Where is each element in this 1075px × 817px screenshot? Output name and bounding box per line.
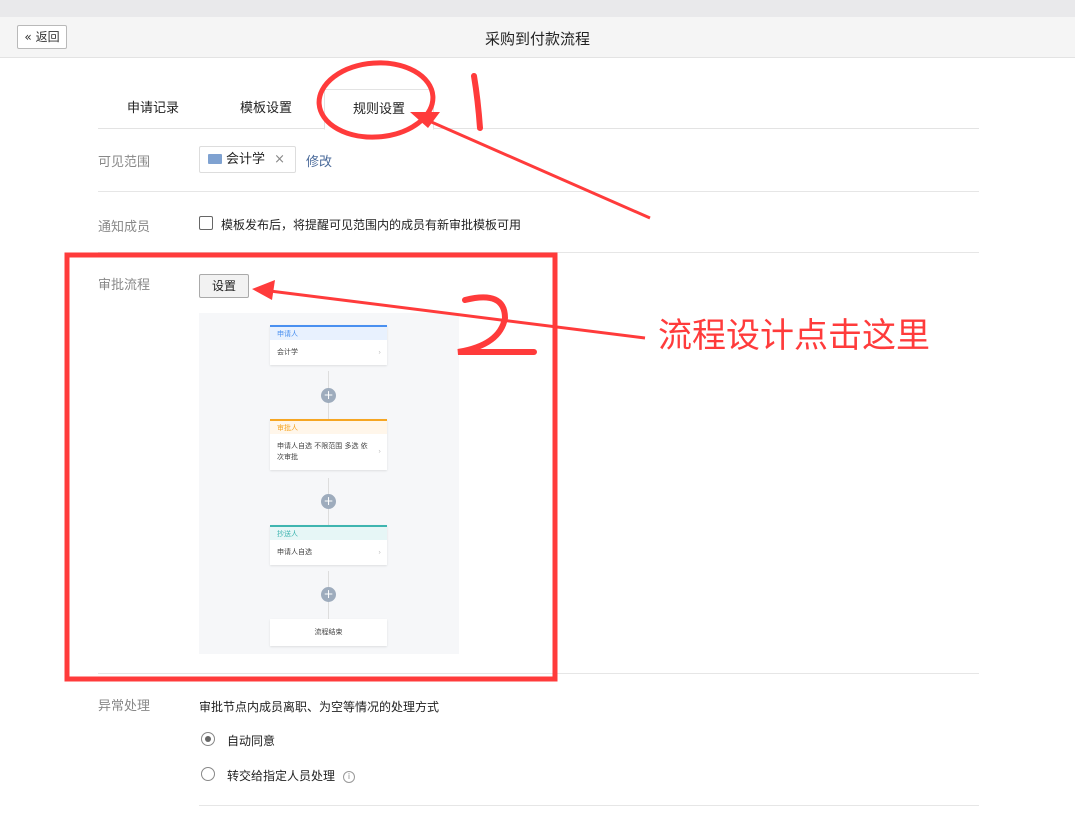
annotation-arrow-2 — [261, 288, 646, 340]
annotation-circle — [316, 60, 436, 140]
annotation-callout: 流程设计点击这里 — [658, 316, 930, 356]
annotation-mark-2 — [457, 294, 537, 356]
annotation-mark-1 — [471, 73, 483, 131]
annotation-overlay — [64, 60, 651, 682]
annotation-arrow-1 — [419, 115, 651, 220]
arrowhead-2 — [252, 280, 275, 300]
